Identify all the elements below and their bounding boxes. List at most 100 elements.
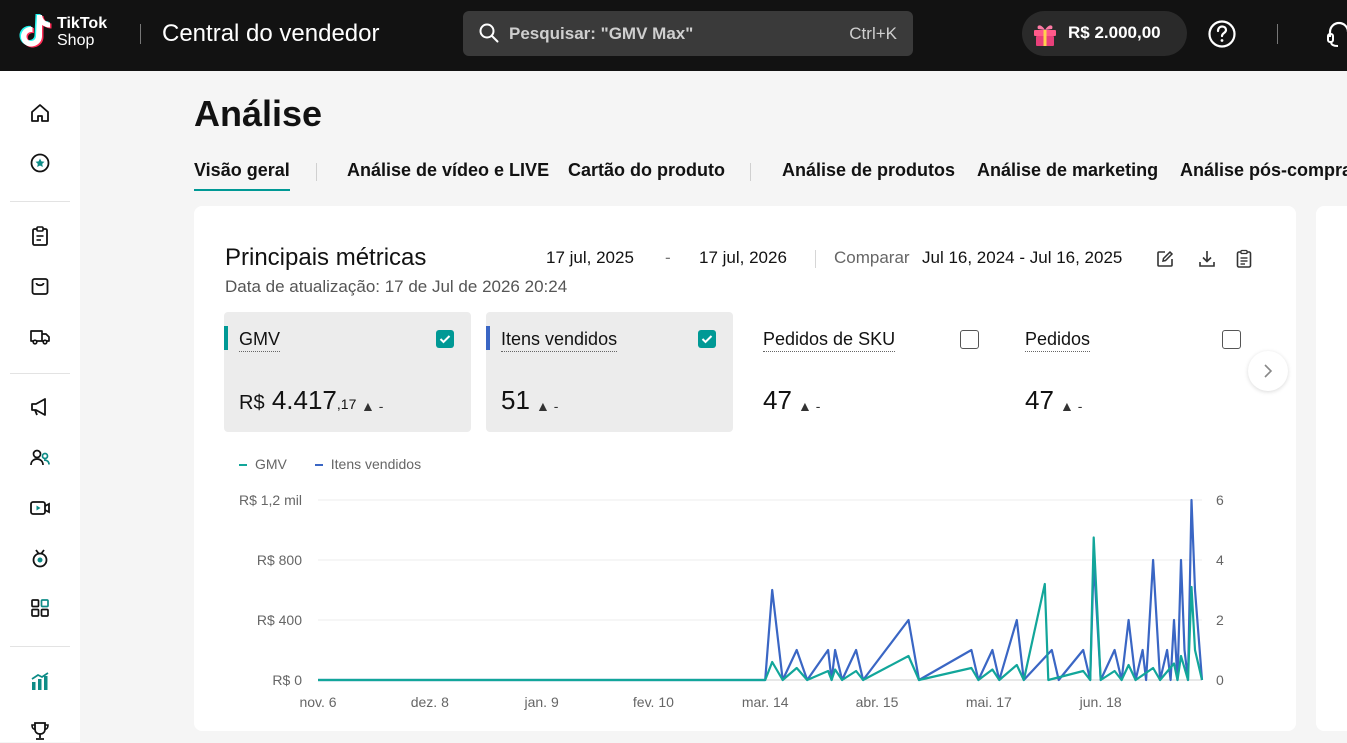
tab-analise-pos-compra[interactable]: Análise pós-compra <box>1180 160 1347 181</box>
metric-gmv[interactable]: GMV R$ 4.417,17 ▲ - <box>224 312 471 432</box>
x-tick-label: nov. 6 <box>299 694 336 710</box>
gift-icon <box>1034 25 1056 46</box>
legend-label: GMV <box>255 456 287 472</box>
metric-trend: ▲ - <box>361 398 384 414</box>
metric-value: 47 <box>763 385 792 415</box>
tab-analise-video-live[interactable]: Análise de vídeo e LIVE <box>347 160 549 181</box>
compare-range[interactable]: Jul 16, 2024 - Jul 16, 2025 <box>922 248 1122 268</box>
megaphone-icon[interactable] <box>28 395 52 419</box>
tab-divider <box>750 163 751 181</box>
metric-value-cents: ,17 <box>336 396 357 412</box>
video-icon[interactable] <box>28 496 52 520</box>
metric-trend: ▲ - <box>536 398 559 414</box>
metric-value-integer: 4.417 <box>271 385 337 415</box>
legend-label: Itens vendidos <box>330 456 422 472</box>
legend-item-gmv[interactable]: GMV <box>239 456 287 472</box>
x-tick-label: jan. 9 <box>523 694 558 710</box>
logo-line1: TikTok <box>57 15 108 32</box>
tab-cartao-produto[interactable]: Cartão do produto <box>568 160 725 181</box>
shopping-bag-icon[interactable] <box>28 274 52 298</box>
users-icon[interactable] <box>28 446 52 470</box>
page-title: Análise <box>194 93 323 134</box>
legend-item-itens-vendidos[interactable]: Itens vendidos <box>314 456 422 472</box>
metric-color-bar <box>224 326 228 350</box>
metric-pedidos-sku[interactable]: Pedidos de SKU 47 ▲ - <box>748 312 995 432</box>
y-left-tick-label: R$ 0 <box>272 672 302 688</box>
report-icon[interactable] <box>1233 248 1255 270</box>
x-tick-label: mai. 17 <box>966 694 1012 710</box>
search-bar[interactable]: Pesquisar: "GMV Max" Ctrl+K <box>463 11 913 56</box>
app-title: Central do vendedor <box>162 20 380 47</box>
apps-grid-icon[interactable] <box>28 596 52 620</box>
medal-icon[interactable] <box>28 546 52 570</box>
metrics-line-chart: R$ 0 R$ 400 R$ 800 R$ 1,2 mil 0 2 4 6 nov. 6 dez.… <box>239 492 1224 710</box>
tab-analise-produtos[interactable]: Análise de produtos <box>782 160 955 181</box>
logo-text: TikTok Shop <box>57 15 107 49</box>
balance-pill[interactable]: R$ 2.000,00 <box>1022 11 1187 56</box>
sidebar-divider <box>10 201 70 202</box>
metric-checkbox-unchecked[interactable] <box>1222 330 1241 349</box>
star-badge-icon[interactable] <box>28 151 52 175</box>
balance-amount: R$ 2.000,00 <box>1068 23 1161 42</box>
metrics-next-button[interactable] <box>1248 351 1288 391</box>
y-right-tick-label: 6 <box>1216 492 1224 508</box>
metric-pedidos[interactable]: Pedidos 47 ▲ - <box>1010 312 1257 432</box>
home-icon[interactable] <box>28 101 52 125</box>
x-tick-label: mar. 14 <box>742 694 789 710</box>
search-icon <box>479 23 499 43</box>
key-metrics-card: Principais métricas Data de atualização:… <box>194 206 1296 731</box>
secondary-card <box>1316 206 1347 731</box>
metric-currency: R$ <box>239 392 265 414</box>
compare-label[interactable]: Comparar <box>834 248 910 268</box>
download-icon[interactable] <box>1196 248 1218 270</box>
tiktok-shop-logo[interactable]: TikTok Shop <box>19 13 129 57</box>
metric-value: R$ 4.417,17 <box>239 385 356 416</box>
help-icon[interactable] <box>1207 19 1237 49</box>
checkmark-icon <box>439 335 451 344</box>
x-tick-label: abr. 15 <box>856 694 899 710</box>
legend-swatch <box>239 464 247 467</box>
headset-icon[interactable] <box>1326 19 1347 49</box>
y-right-tick-label: 2 <box>1216 612 1224 628</box>
date-range-end[interactable]: 17 jul, 2026 <box>699 248 787 268</box>
metric-name: Pedidos <box>1025 329 1091 352</box>
x-tick-label: jun. 18 <box>1079 694 1122 710</box>
analytics-chart-icon[interactable] <box>28 670 52 694</box>
search-shortcut: Ctrl+K <box>849 24 897 43</box>
sidebar-divider <box>10 373 70 374</box>
sidebar <box>0 71 80 742</box>
metric-checkbox-checked[interactable] <box>698 330 716 348</box>
date-range-start[interactable]: 17 jul, 2025 <box>546 248 634 268</box>
metric-itens-vendidos[interactable]: Itens vendidos 51 ▲ - <box>486 312 733 432</box>
edit-icon[interactable] <box>1154 248 1176 270</box>
metric-trend: ▲ - <box>798 398 821 414</box>
metric-value: 51 <box>501 385 530 415</box>
metric-color-bar <box>486 326 490 350</box>
trophy-icon[interactable] <box>28 719 52 743</box>
metric-checkbox-unchecked[interactable] <box>960 330 979 349</box>
clipboard-icon[interactable] <box>28 224 52 248</box>
x-tick-label: dez. 8 <box>411 694 449 710</box>
date-range-dash: - <box>665 248 671 267</box>
tab-analise-marketing[interactable]: Análise de marketing <box>977 160 1158 181</box>
y-left-tick-label: R$ 400 <box>257 612 302 628</box>
y-left-tick-label: R$ 1,2 mil <box>239 492 302 508</box>
metric-checkbox-checked[interactable] <box>436 330 454 348</box>
metric-value: 47 <box>1025 385 1054 415</box>
top-bar: TikTok Shop Central do vendedor Pesquisa… <box>0 0 1347 71</box>
tab-visao-geral[interactable]: Visão geral <box>194 160 290 191</box>
series-line-itens-vendidos <box>318 498 1204 682</box>
x-tick-label: fev. 10 <box>633 694 674 710</box>
y-right-tick-label: 4 <box>1216 552 1224 568</box>
metric-trend: ▲ - <box>1060 398 1083 414</box>
logo-line2: Shop <box>57 32 95 49</box>
topbar-divider-right <box>1277 24 1278 44</box>
topbar-divider <box>140 24 141 44</box>
search-placeholder: Pesquisar: "GMV Max" <box>509 24 694 43</box>
tab-divider <box>316 163 317 181</box>
metric-name: Pedidos de SKU <box>763 329 896 352</box>
legend-swatch <box>314 464 323 467</box>
metric-name: Itens vendidos <box>501 329 618 352</box>
delivery-truck-icon[interactable] <box>28 324 52 348</box>
tiktok-logo-icon <box>19 14 52 48</box>
